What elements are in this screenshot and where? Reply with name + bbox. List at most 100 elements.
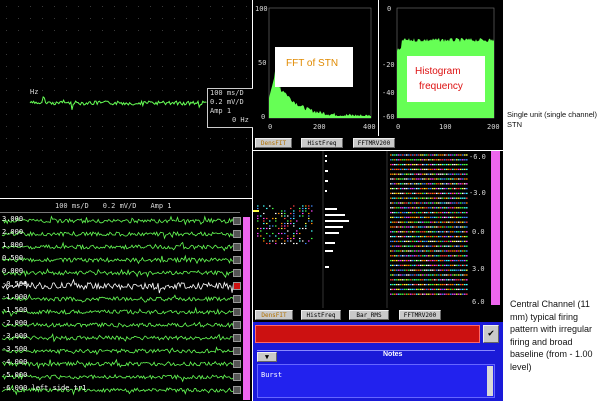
tab-densfit-bottom[interactable]: DensFIT: [255, 310, 293, 320]
amp-setting: Amp 1: [210, 107, 232, 115]
channel-label: -5.000: [2, 371, 28, 379]
channel-trace: [1, 215, 238, 226]
multi-traces: [1, 215, 238, 396]
raster-plot: [253, 151, 468, 308]
check-icon: ✔: [487, 328, 495, 339]
tab-barrms-bottom[interactable]: Bar_RMS: [349, 310, 389, 320]
channel-label: -1.000: [2, 293, 28, 301]
rscale-0: 0.0: [472, 228, 485, 236]
channel-select-button[interactable]: [233, 321, 241, 329]
multi-header: 100 ms/D 0.2 mV/D Amp 1: [55, 203, 215, 211]
rscale-6: 6.0: [472, 298, 485, 306]
hist-ytick-20: -20: [382, 61, 395, 69]
fft-xtick-0: 0: [268, 123, 273, 131]
channel-select-button[interactable]: [233, 347, 241, 355]
channel-select-button[interactable]: [233, 243, 241, 251]
channel-label: -6.000 left side tr1: [2, 384, 87, 392]
notes-scrollbar[interactable]: [487, 366, 493, 396]
channel-label: -1.500: [2, 306, 28, 314]
hist-xtick-0: 0: [396, 123, 401, 131]
channel-label: -3.000: [2, 332, 28, 340]
channel-select-button[interactable]: [233, 360, 241, 368]
multi-volt-scale: 0.2 mV/D: [102, 202, 137, 210]
tab-fftmrv200-top[interactable]: FFTMRV200: [353, 138, 395, 148]
chevron-down-icon: ▼: [264, 353, 270, 361]
multi-scrollbar[interactable]: [243, 217, 250, 400]
multichannel-panel: 100 ms/D 0.2 mV/D Amp 1 3.000 2.000 1.000 0…: [0, 199, 252, 401]
channel-select-button[interactable]: [233, 386, 241, 394]
bottom-tab-bar: DensFIT HistFreq Bar_RMS FFTMRV200: [253, 308, 503, 322]
channel-label: -3.500: [2, 345, 28, 353]
rscale-neg6: -6.0: [469, 153, 486, 161]
channel-trace: [1, 230, 238, 240]
channel-select-button[interactable]: [233, 282, 241, 290]
channel-label: 0.000: [2, 267, 24, 275]
channel-label: -2.000: [2, 319, 28, 327]
notes-list: Burst: [257, 364, 495, 398]
channel-select-button[interactable]: [233, 334, 241, 342]
notes-area: ✔ ▼ Notes Burst: [253, 322, 503, 401]
channel-trace: [1, 241, 238, 252]
raster-scrollbar[interactable]: [491, 151, 500, 305]
channel-select-button[interactable]: [233, 256, 241, 264]
channel-select-button[interactable]: [233, 295, 241, 303]
notes-entry[interactable]: Burst: [261, 371, 282, 379]
fft-xtick-400: 400: [363, 123, 376, 131]
filter-hz: 0 Hz: [232, 116, 249, 124]
histogram-panel: 0 -20 -40 -60 0 100 200 Histogram freque…: [379, 0, 503, 136]
trace-unit-label: Hz: [30, 88, 39, 96]
single-trace-waveform: [29, 95, 207, 110]
tab-densfit-top[interactable]: DensFIT: [255, 138, 292, 148]
tab-histfreq-bottom[interactable]: HistFreq: [301, 310, 341, 320]
channel-label: -0.500: [2, 280, 28, 288]
check-button[interactable]: ✔: [483, 325, 499, 343]
channel-trace: [1, 321, 238, 329]
channel-select-button[interactable]: [233, 269, 241, 277]
fft-panel: 100 50 0 0 200 400 FFT of STN: [253, 0, 378, 136]
tab-fftmrv200-bottom[interactable]: FFTMRV200: [399, 310, 441, 320]
fft-xtick-200: 200: [313, 123, 326, 131]
channel-trace: [1, 306, 238, 317]
hist-xtick-200: 200: [487, 123, 500, 131]
channel-trace: [1, 254, 238, 265]
channel-trace: [1, 278, 238, 294]
fft-ytick-50: 50: [258, 59, 267, 67]
notes-dropdown-button[interactable]: ▼: [257, 352, 277, 362]
single-trace-panel: Hz 100 ms/D 0.2 mV/D Amp 1 0 Hz: [0, 0, 253, 198]
notes-title: Notes: [383, 351, 403, 358]
channel-label: 2.000: [2, 228, 24, 236]
channel-select-button[interactable]: [233, 373, 241, 381]
channel-trace: [1, 358, 238, 370]
annotation-central-channel: Central Channel (11 mm) typical firing p…: [510, 299, 593, 372]
channel-select-button[interactable]: [233, 230, 241, 238]
annotation-single-unit: Single unit (single channel) STN: [507, 110, 598, 129]
tab-histfreq-top[interactable]: HistFreq: [301, 138, 343, 148]
channel-trace: [1, 293, 238, 303]
hist-xtick-100: 100: [439, 123, 452, 131]
fft-ytick-100: 100: [255, 5, 268, 13]
hist-ytick-0: 0: [387, 5, 392, 13]
multi-time-scale: 100 ms/D: [55, 202, 89, 210]
channel-select-button[interactable]: [233, 308, 241, 316]
channel-label: 3.000: [2, 215, 24, 223]
channel-label: 1.000: [2, 241, 24, 249]
raster-panel: -6.0 -3.0 0.0 3.0 6.0: [253, 151, 503, 308]
hist-ytick-40: -40: [382, 89, 395, 97]
hist-ytick-60: -60: [382, 113, 395, 121]
fft-ytick-0: 0: [261, 113, 266, 121]
channel-select-button[interactable]: [233, 217, 241, 225]
channel-trace: [1, 346, 238, 356]
top-tab-bar: DensFIT HistFreq FFTMRV200: [253, 136, 503, 150]
fft-callout-text: FFT of STN: [286, 58, 339, 69]
channel-trace: [1, 333, 238, 343]
hist-callout-line2: frequency: [419, 81, 463, 92]
channel-label: -4.000: [2, 358, 28, 366]
record-button[interactable]: [255, 325, 480, 343]
rscale-neg3: -3.0: [469, 189, 486, 197]
trace-settings-box: 100 ms/D 0.2 mV/D Amp 1 0 Hz: [207, 88, 253, 128]
multi-amp: Amp 1: [150, 202, 172, 210]
hist-callout-line1: Histogram: [415, 66, 461, 77]
rscale-3: 3.0: [472, 265, 485, 273]
volt-scale: 0.2 mV/D: [210, 98, 244, 106]
channel-trace: [1, 268, 238, 278]
